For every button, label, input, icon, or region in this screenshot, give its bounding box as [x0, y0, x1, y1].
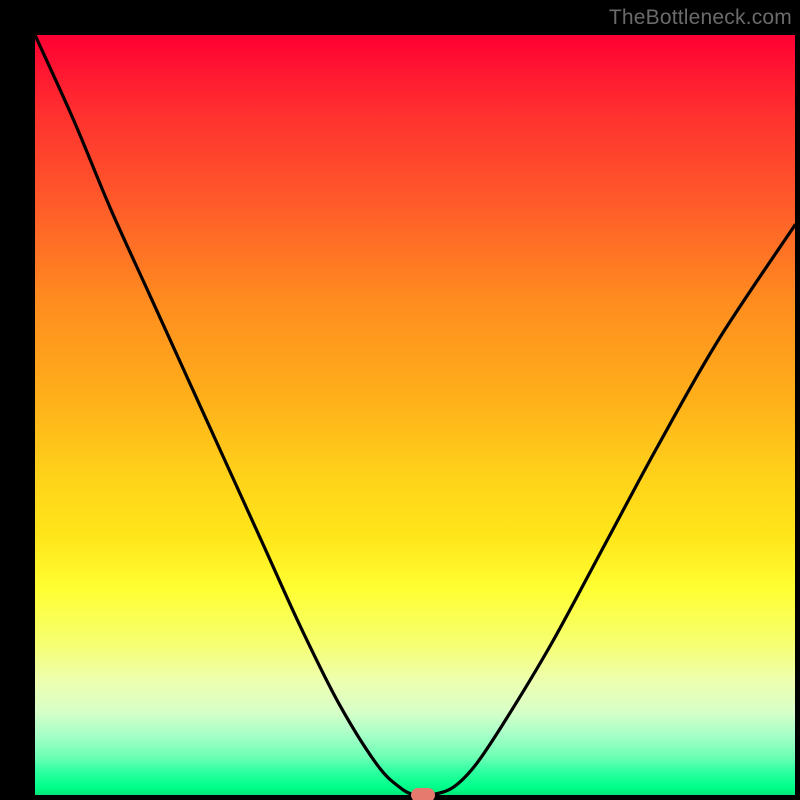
- bottleneck-curve: [35, 35, 795, 795]
- plot-area: [35, 35, 795, 795]
- chart-frame: TheBottleneck.com: [0, 0, 800, 800]
- watermark-text: TheBottleneck.com: [609, 6, 792, 30]
- optimal-marker: [411, 788, 435, 800]
